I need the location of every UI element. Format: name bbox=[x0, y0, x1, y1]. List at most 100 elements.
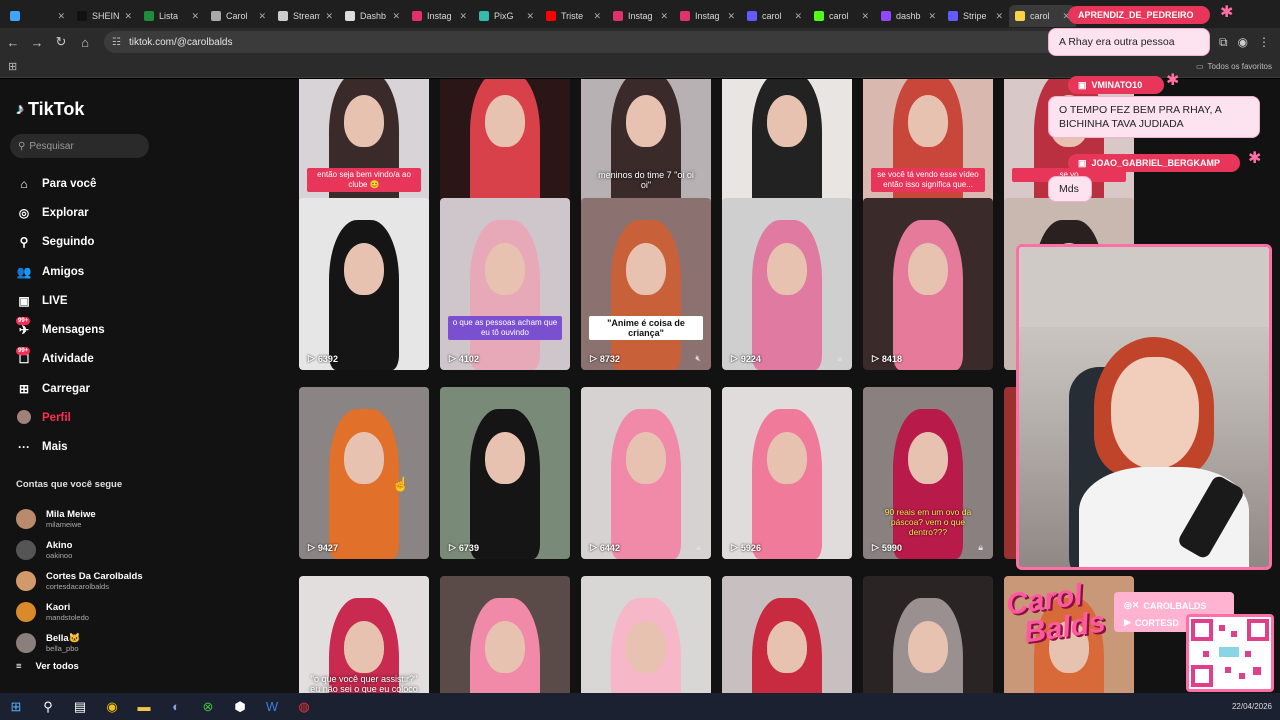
browser-tab[interactable]: Instag ✕ bbox=[607, 5, 674, 27]
search-icon[interactable]: ⚲ bbox=[32, 693, 64, 720]
xbox-icon[interactable]: ⊗ bbox=[192, 693, 224, 720]
tab-close-icon[interactable]: ✕ bbox=[928, 11, 936, 22]
tiktok-note-icon: ♪ bbox=[16, 100, 24, 118]
tab-favicon-icon bbox=[747, 11, 757, 21]
browser-tab[interactable]: carol ✕ bbox=[808, 5, 875, 27]
following-account[interactable]: Kaori mandstoledo bbox=[16, 596, 226, 627]
sidebar-item-profile[interactable]: Perfil bbox=[16, 403, 226, 432]
tab-close-icon[interactable]: ✕ bbox=[392, 11, 400, 22]
site-info-icon[interactable]: ☷ bbox=[112, 37, 121, 48]
video-thumbnail[interactable]: ▷ 6442 🔒︎ bbox=[581, 387, 711, 559]
video-thumbnail[interactable] bbox=[722, 576, 852, 693]
all-bookmarks-button[interactable]: ▭ Todos os favoritos bbox=[1196, 62, 1272, 71]
following-account[interactable]: Mila Meiwe milameiwe bbox=[16, 503, 226, 534]
apps-icon[interactable]: ⊞ bbox=[8, 60, 17, 73]
browser-tab[interactable]: dashb ✕ bbox=[875, 5, 942, 27]
thumbnail-figure-face bbox=[767, 243, 807, 295]
sidebar-item-live[interactable]: ▣ LIVE bbox=[16, 286, 226, 315]
tab-favicon-icon bbox=[479, 11, 489, 21]
tab-close-icon[interactable]: ✕ bbox=[995, 11, 1003, 22]
sidebar-item-compass[interactable]: ◎ Explorar bbox=[16, 198, 226, 227]
browser-tab[interactable]: Stream ✕ bbox=[272, 5, 339, 27]
tab-close-icon[interactable]: ✕ bbox=[526, 11, 534, 22]
tab-close-icon[interactable]: ✕ bbox=[727, 11, 735, 22]
menu-icon[interactable]: ⋮ bbox=[1258, 35, 1270, 50]
tiktok-logo[interactable]: ♪ TikTok bbox=[16, 99, 84, 120]
sidebar-item-upload[interactable]: ⊞ Carregar bbox=[16, 374, 226, 403]
tab-close-icon[interactable]: ✕ bbox=[325, 11, 333, 22]
video-thumbnail[interactable] bbox=[581, 576, 711, 693]
tab-close-icon[interactable]: ✕ bbox=[593, 11, 601, 22]
browser-tab[interactable]: carol ✕ bbox=[1009, 5, 1076, 27]
play-icon: ▷ bbox=[731, 353, 738, 363]
chat-username-1: APRENDIZ_DE_PEDREIRO bbox=[1068, 6, 1210, 24]
browser-tab[interactable]: Instag ✕ bbox=[406, 5, 473, 27]
browser-tab[interactable]: PixG ✕ bbox=[473, 5, 540, 27]
tab-close-icon[interactable]: ✕ bbox=[191, 11, 199, 22]
windows-start-icon[interactable]: ⊞ bbox=[0, 693, 32, 720]
video-thumbnail[interactable]: ▷ 5926 🔒︎ bbox=[722, 387, 852, 559]
reload-icon[interactable]: ↻ bbox=[50, 31, 72, 53]
discord-icon[interactable]: ◐ bbox=[160, 693, 192, 720]
video-thumbnail[interactable]: o que as pessoas acham que eu tô ouvindo… bbox=[440, 198, 570, 370]
tab-close-icon[interactable]: ✕ bbox=[861, 11, 869, 22]
following-account[interactable]: Cortes Da Carolbalds cortesdacarolbalds bbox=[16, 565, 226, 596]
sidebar-item-more[interactable]: ··· Mais bbox=[16, 433, 226, 462]
following-list: Mila Meiwe milameiwe Akino oakinoo Cortes Da… bbox=[16, 503, 226, 658]
following-account[interactable]: Akino oakinoo bbox=[16, 534, 226, 565]
video-thumbnail[interactable]: ▷ 9224 🔒︎ bbox=[722, 198, 852, 370]
browser-tab[interactable]: Triste ✕ bbox=[540, 5, 607, 27]
video-thumbnail[interactable]: ▷ 6392 bbox=[299, 198, 429, 370]
video-thumbnail[interactable]: "o que você quer assistir?" eu não sei o… bbox=[299, 576, 429, 693]
address-bar[interactable]: ☷ tiktok.com/@carolbalds bbox=[104, 31, 1184, 53]
forward-icon[interactable]: → bbox=[26, 31, 48, 53]
word-icon[interactable]: W bbox=[256, 693, 288, 720]
obs-icon[interactable]: ◍ bbox=[288, 693, 320, 720]
sidebar-item-activity[interactable]: ☐ 99+ Atividade bbox=[16, 345, 226, 374]
chrome-icon[interactable]: ◉ bbox=[96, 693, 128, 720]
video-thumbnail[interactable]: ▷ 6739 bbox=[440, 387, 570, 559]
video-thumbnail[interactable]: ▷ 8418 bbox=[863, 198, 993, 370]
following-account[interactable]: Bella🐱 bella_pbo bbox=[16, 627, 226, 658]
mute-icon: 🔇︎ bbox=[695, 353, 701, 363]
account-name: Kaori bbox=[46, 601, 71, 613]
tab-close-icon[interactable]: ✕ bbox=[258, 11, 266, 22]
notification-badge: 99+ bbox=[16, 346, 31, 355]
sidebar-item-messages[interactable]: ✈ 99+ Mensagens bbox=[16, 315, 226, 344]
video-thumbnail[interactable] bbox=[440, 576, 570, 693]
browser-tab[interactable]: carol ✕ bbox=[741, 5, 808, 27]
browser-tab[interactable]: ✕ bbox=[4, 5, 71, 27]
shield-icon[interactable]: ⬢ bbox=[224, 693, 256, 720]
file-explorer-icon[interactable]: ▬ bbox=[128, 693, 160, 720]
browser-tab[interactable]: Dashb ✕ bbox=[339, 5, 406, 27]
video-thumbnail[interactable]: 90 reais em um ovo da páscoa? vem o que … bbox=[863, 387, 993, 559]
sidebar-item-friends[interactable]: 👥 Amigos bbox=[16, 257, 226, 286]
browser-tab[interactable]: Lista ✕ bbox=[138, 5, 205, 27]
tab-favicon-icon bbox=[814, 11, 824, 21]
tab-close-icon[interactable]: ✕ bbox=[794, 11, 802, 22]
video-thumbnail[interactable]: ▷ 9427 bbox=[299, 387, 429, 559]
home-icon[interactable]: ⌂ bbox=[74, 31, 96, 53]
tab-close-icon[interactable]: ✕ bbox=[459, 11, 467, 22]
sidebar-item-following[interactable]: ⚲ Seguindo bbox=[16, 228, 226, 257]
back-icon[interactable]: ← bbox=[2, 31, 24, 53]
account-handle: mandstoledo bbox=[46, 612, 89, 622]
task-view-icon[interactable]: ▤ bbox=[64, 693, 96, 720]
browser-tab[interactable]: Carol ✕ bbox=[205, 5, 272, 27]
browser-tab[interactable]: Stripe ✕ bbox=[942, 5, 1009, 27]
account-icon[interactable]: ◉ bbox=[1238, 35, 1248, 50]
search-input[interactable]: ⚲ Pesquisar bbox=[10, 134, 149, 158]
see-all-link[interactable]: ≡ Ver todos bbox=[16, 661, 79, 672]
sidebar-item-home[interactable]: ⌂ Para você bbox=[16, 169, 226, 198]
tab-close-icon[interactable]: ✕ bbox=[124, 11, 132, 22]
star-icon: ✱ bbox=[1248, 150, 1262, 167]
video-caption: então seja bem vindo/a ao clube 😊 bbox=[307, 168, 421, 192]
tab-close-icon[interactable]: ✕ bbox=[660, 11, 668, 22]
extensions-icon[interactable]: ⧉ bbox=[1219, 35, 1228, 50]
browser-tab[interactable]: Instag ✕ bbox=[674, 5, 741, 27]
video-caption: o que as pessoas acham que eu tô ouvindo bbox=[448, 316, 562, 340]
video-thumbnail[interactable] bbox=[863, 576, 993, 693]
tab-close-icon[interactable]: ✕ bbox=[57, 11, 65, 22]
video-thumbnail[interactable]: "Anime é coisa de criança" ▷ 8732 🔇︎ bbox=[581, 198, 711, 370]
browser-tab[interactable]: SHEIN ✕ bbox=[71, 5, 138, 27]
